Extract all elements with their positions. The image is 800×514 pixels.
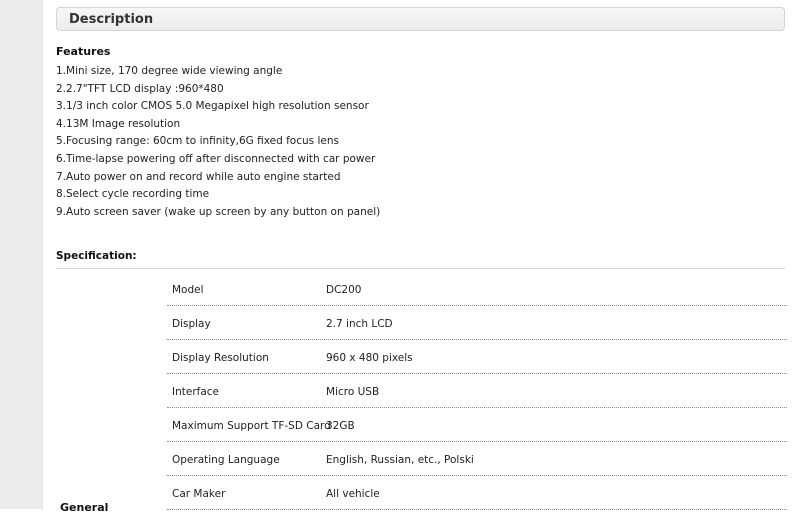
feature-item: 6.Time-lapse powering off after disconne… xyxy=(56,152,376,165)
spec-row-display: Display 2.7 inch LCD xyxy=(167,307,787,340)
spec-key: Car Maker xyxy=(172,488,226,500)
spec-value: 32GB xyxy=(326,420,355,432)
gutter-divider xyxy=(42,0,43,509)
spec-row-operating-language: Operating Language English, Russian, etc… xyxy=(167,443,787,476)
feature-item: 8.Select cycle recording time xyxy=(56,188,210,201)
description-tab-header[interactable]: Description xyxy=(56,7,785,31)
spec-value: 2.7 inch LCD xyxy=(326,318,393,330)
spec-value: All vehicle xyxy=(326,488,380,500)
spec-key: Display Resolution xyxy=(172,352,269,364)
spec-row-car-maker: Car Maker All vehicle xyxy=(167,477,787,510)
spec-row-display-resolution: Display Resolution 960 x 480 pixels xyxy=(167,341,787,374)
spec-row-model: Model DC200 xyxy=(167,273,787,306)
spec-group-label: General xyxy=(60,501,109,514)
feature-item: 3.1/3 inch color CMOS 5.0 Megapixel high… xyxy=(56,100,369,113)
feature-item: 7.Auto power on and record while auto en… xyxy=(56,170,341,183)
feature-item: 9.Auto screen saver (wake up screen by a… xyxy=(56,205,381,218)
spec-value: English, Russian, etc., Polski xyxy=(326,454,474,466)
spec-key: Model xyxy=(172,284,204,296)
features-list: 1.Mini size, 170 degree wide viewing ang… xyxy=(56,63,380,221)
spec-value: 960 x 480 pixels xyxy=(326,352,413,364)
specification-divider xyxy=(56,268,785,269)
feature-item: 5.Focusing range: 60cm to infinity,6G fi… xyxy=(56,135,339,148)
feature-item: 4.13M Image resolution xyxy=(56,117,181,130)
features-heading: Features xyxy=(56,45,111,58)
spec-key: Operating Language xyxy=(172,454,280,466)
spec-key: Interface xyxy=(172,386,220,398)
spec-row-max-tf-card: Maximum Support TF-SD Card 32GB xyxy=(167,409,787,442)
spec-key: Maximum Support TF-SD Card xyxy=(172,420,331,432)
spec-value: DC200 xyxy=(326,284,362,296)
feature-item: 1.Mini size, 170 degree wide viewing ang… xyxy=(56,65,283,77)
specification-heading: Specification: xyxy=(56,250,137,262)
spec-value: Micro USB xyxy=(326,386,380,398)
description-title: Description xyxy=(69,12,154,27)
specification-table: Model DC200 Display 2.7 inch LCD Display… xyxy=(167,273,787,511)
feature-item: 2.2.7"TFT LCD display :960*480 xyxy=(56,82,224,95)
spec-key: Display xyxy=(172,318,211,330)
spec-row-interface: Interface Micro USB xyxy=(167,375,787,408)
left-gutter xyxy=(0,0,42,509)
